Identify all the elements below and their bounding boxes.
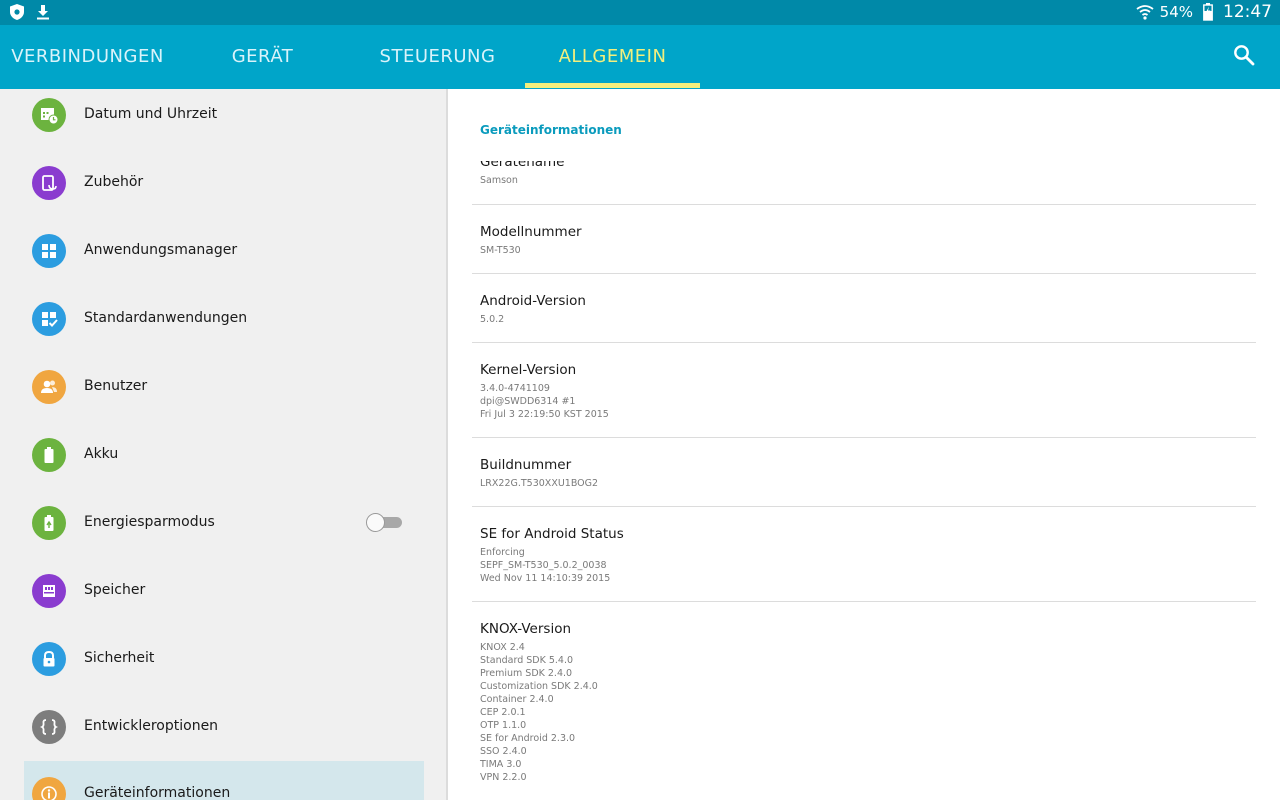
sidebar-item-date-time[interactable]: Datum und Uhrzeit xyxy=(24,89,424,150)
info-title: Buildnummer xyxy=(480,457,572,473)
info-value: 5.0.2 xyxy=(480,314,505,325)
info-value: 3.4.0-4741109 xyxy=(480,383,550,394)
sidebar-item-label: Anwendungsmanager xyxy=(84,242,238,258)
sidebar-item-label: Geräteinformationen xyxy=(84,785,231,800)
settings-tab-bar: VERBINDUNGEN GERÄT STEUERUNG ALLGEMEIN xyxy=(0,25,1280,89)
sidebar-item-label: Entwickleroptionen xyxy=(84,718,219,734)
sidebar-item-users[interactable]: Benutzer xyxy=(24,354,424,422)
info-item-model-number[interactable]: Modellnummer SM-T530 xyxy=(472,205,1256,274)
settings-sidebar: Datum und Uhrzeit Zubehör Anwendungsmana… xyxy=(0,89,446,800)
info-value: VPN 2.2.0 xyxy=(480,772,527,783)
sidebar-item-label: Akku xyxy=(84,446,119,462)
calendar-clock-icon xyxy=(32,98,66,132)
clock: 12:47 xyxy=(1223,2,1272,22)
info-value: SEPF_SM-T530_5.0.2_0038 xyxy=(480,560,607,571)
sidebar-item-default-applications[interactable]: Standardanwendungen xyxy=(24,286,424,354)
lock-icon xyxy=(32,642,66,676)
battery-icon xyxy=(32,438,66,472)
sidebar-item-label: Zubehör xyxy=(84,174,144,190)
info-title: Gerätename xyxy=(480,161,565,170)
search-icon xyxy=(1233,44,1255,70)
sidebar-item-label: Datum und Uhrzeit xyxy=(84,106,218,122)
info-title: Android-Version xyxy=(480,293,586,309)
toggle-knob xyxy=(366,513,385,532)
power-saving-toggle[interactable] xyxy=(366,513,404,532)
sidebar-item-label: Sicherheit xyxy=(84,650,155,666)
info-item-se-android-status[interactable]: SE for Android Status Enforcing SEPF_SM-… xyxy=(472,507,1256,602)
storage-icon xyxy=(32,574,66,608)
sidebar-item-battery[interactable]: Akku xyxy=(24,422,424,490)
info-value: Premium SDK 2.4.0 xyxy=(480,668,573,679)
active-tab-indicator xyxy=(525,83,700,88)
info-item-knox-version[interactable]: KNOX-Version KNOX 2.4 Standard SDK 5.4.0… xyxy=(472,602,1256,800)
tab-controls[interactable]: STEUERUNG xyxy=(350,25,525,89)
info-value: Customization SDK 2.4.0 xyxy=(480,681,598,692)
info-item-device-name[interactable]: Gerätename Samson xyxy=(472,161,1256,205)
sidebar-item-device-info[interactable]: Geräteinformationen xyxy=(24,761,424,800)
info-value: Wed Nov 11 14:10:39 2015 xyxy=(480,573,611,584)
sidebar-item-developer-options[interactable]: Entwickleroptionen xyxy=(24,694,424,762)
battery-percent: 54% xyxy=(1159,3,1193,21)
info-value: SM-T530 xyxy=(480,245,521,256)
info-value: dpi@SWDD6314 #1 xyxy=(480,396,576,407)
info-title: Kernel-Version xyxy=(480,362,577,378)
info-value: OTP 1.1.0 xyxy=(480,720,527,731)
default-apps-icon xyxy=(32,302,66,336)
users-icon xyxy=(32,370,66,404)
tab-connections[interactable]: VERBINDUNGEN xyxy=(0,25,175,89)
tab-device[interactable]: GERÄT xyxy=(175,25,350,89)
info-value: Standard SDK 5.4.0 xyxy=(480,655,574,666)
sidebar-item-label: Standardanwendungen xyxy=(84,310,248,326)
battery-charging-icon xyxy=(1199,3,1217,21)
info-item-kernel-version[interactable]: Kernel-Version 3.4.0-4741109 dpi@SWDD631… xyxy=(472,343,1256,438)
sidebar-item-security[interactable]: Sicherheit xyxy=(24,626,424,694)
sidebar-item-accessories[interactable]: Zubehör xyxy=(24,150,424,218)
info-value: CEP 2.0.1 xyxy=(480,707,526,718)
info-value: KNOX 2.4 xyxy=(480,642,525,653)
apps-grid-icon xyxy=(32,234,66,268)
info-value: LRX22G.T530XXU1BOG2 xyxy=(480,478,599,489)
accessory-icon xyxy=(32,166,66,200)
info-title: SE for Android Status xyxy=(480,526,624,542)
sidebar-item-power-saving[interactable]: Energiesparmodus xyxy=(24,490,424,558)
info-value: Enforcing xyxy=(480,547,525,558)
info-icon xyxy=(32,777,66,800)
status-bar: 54% 12:47 xyxy=(0,0,1280,25)
info-value: SE for Android 2.3.0 xyxy=(480,733,576,744)
info-item-build-number[interactable]: Buildnummer LRX22G.T530XXU1BOG2 xyxy=(472,438,1256,507)
info-value: Samson xyxy=(480,175,518,186)
info-value: SSO 2.4.0 xyxy=(480,746,527,757)
info-item-android-version[interactable]: Android-Version 5.0.2 xyxy=(472,274,1256,343)
power-saving-icon xyxy=(32,506,66,540)
sidebar-item-label: Speicher xyxy=(84,582,146,598)
sidebar-item-label: Benutzer xyxy=(84,378,148,394)
shield-icon xyxy=(8,3,26,21)
device-info-panel: Geräteinformationen Gerätename Samson Mo… xyxy=(448,89,1280,800)
sidebar-item-application-manager[interactable]: Anwendungsmanager xyxy=(24,218,424,286)
section-header: Geräteinformationen xyxy=(480,123,622,137)
tab-general[interactable]: ALLGEMEIN xyxy=(525,25,700,89)
info-value: TIMA 3.0 xyxy=(480,759,522,770)
info-title: Modellnummer xyxy=(480,224,582,240)
sidebar-item-storage[interactable]: Speicher xyxy=(24,558,424,626)
search-button[interactable] xyxy=(1226,39,1262,75)
info-value: Container 2.4.0 xyxy=(480,694,554,705)
download-icon xyxy=(34,3,52,21)
info-value: Fri Jul 3 22:19:50 KST 2015 xyxy=(480,409,609,420)
wifi-icon xyxy=(1136,3,1154,21)
sidebar-item-label: Energiesparmodus xyxy=(84,514,215,530)
developer-braces-icon xyxy=(32,710,66,744)
info-title: KNOX-Version xyxy=(480,621,572,637)
